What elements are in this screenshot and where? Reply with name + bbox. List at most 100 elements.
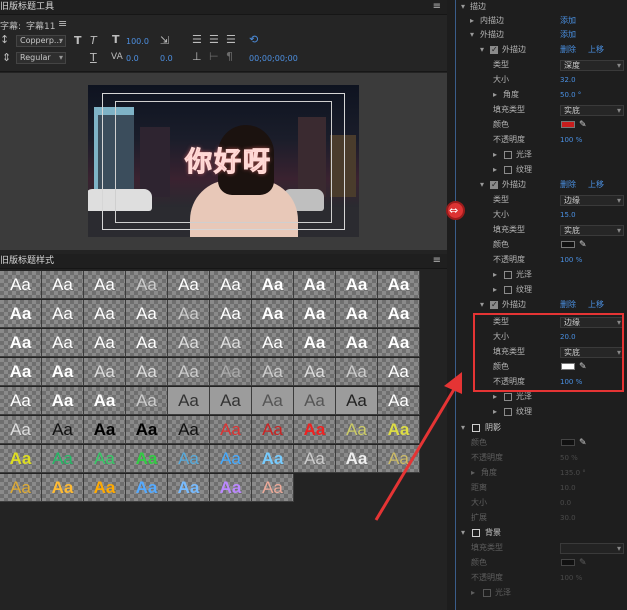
title-style-swatch[interactable]: Aa <box>336 387 378 415</box>
title-style-swatch[interactable]: Aa <box>294 271 336 299</box>
expand-arrow-icon[interactable]: ▾ <box>470 28 474 42</box>
stroke-2-fill-select[interactable]: 实底 <box>560 225 624 236</box>
title-style-swatch[interactable]: Aa <box>294 329 336 357</box>
title-style-swatch[interactable]: Aa <box>252 329 294 357</box>
align-left-icon[interactable]: ☰ <box>192 34 202 46</box>
expand-arrow-icon[interactable]: ▾ <box>480 43 484 57</box>
stroke-2-opacity-value[interactable]: 100 % <box>560 253 582 267</box>
texture-checkbox[interactable] <box>504 166 512 174</box>
shadow-opacity-value[interactable]: 50 % <box>560 451 578 465</box>
shadow-color-swatch[interactable] <box>561 439 575 446</box>
title-style-swatch[interactable]: Aa <box>0 300 42 328</box>
title-style-swatch[interactable]: Aa <box>0 416 42 444</box>
title-style-swatch[interactable]: Aa <box>378 329 420 357</box>
delete-stroke-1-link[interactable]: 删除 <box>560 43 576 57</box>
expand-arrow-icon[interactable]: ▸ <box>470 14 474 28</box>
title-style-swatch[interactable]: Aa <box>336 329 378 357</box>
texture-checkbox[interactable] <box>504 408 512 416</box>
delete-stroke-3-link[interactable]: 删除 <box>560 298 576 312</box>
expand-arrow-icon[interactable]: ▸ <box>493 283 497 297</box>
title-style-swatch[interactable]: Aa <box>84 416 126 444</box>
move-up-stroke-2-link[interactable]: 上移 <box>588 178 604 192</box>
add-outer-stroke-link[interactable]: 添加 <box>560 28 576 42</box>
background-opacity-value[interactable]: 100 % <box>560 571 582 585</box>
stroke-1-color-swatch[interactable] <box>561 121 575 128</box>
outer-stroke-1-checkbox[interactable] <box>490 43 498 57</box>
eyedropper-icon[interactable]: ✎ <box>579 556 587 570</box>
title-style-swatch[interactable]: Aa <box>84 474 126 502</box>
background-fill-select[interactable] <box>560 543 624 554</box>
title-style-swatch[interactable]: Aa <box>210 445 252 473</box>
outer-stroke-2-checkbox[interactable] <box>490 178 498 192</box>
tab-stops-icon[interactable]: ⊥ <box>192 51 202 63</box>
kerning-value[interactable]: 0.0 <box>126 54 139 63</box>
video-title-text[interactable]: 你好呀 <box>185 140 272 179</box>
title-style-swatch[interactable]: Aa <box>84 300 126 328</box>
text-direction-icon[interactable]: ↕ <box>0 34 9 46</box>
video-frame[interactable]: 你好呀 <box>88 85 359 237</box>
tracking-value[interactable]: 0.0 <box>160 54 173 63</box>
expand-arrow-icon[interactable]: ▸ <box>493 405 497 419</box>
title-style-swatch[interactable]: Aa <box>336 445 378 473</box>
font-family-select[interactable]: Copperp... <box>16 35 66 47</box>
move-up-stroke-1-link[interactable]: 上移 <box>588 43 604 57</box>
title-style-swatch[interactable]: Aa <box>294 300 336 328</box>
align-center-icon[interactable]: ☰ <box>209 34 219 46</box>
move-up-stroke-3-link[interactable]: 上移 <box>588 298 604 312</box>
title-style-swatch[interactable]: Aa <box>210 416 252 444</box>
expand-arrow-icon[interactable]: ▾ <box>461 526 465 540</box>
stroke-2-type-select[interactable]: 边缘 <box>560 195 624 206</box>
title-style-swatch[interactable]: Aa <box>0 474 42 502</box>
panel-menu-icon[interactable]: ≡ <box>433 0 441 14</box>
sheen-checkbox[interactable] <box>483 589 491 597</box>
title-style-swatch[interactable]: Aa <box>168 387 210 415</box>
timecode[interactable]: 00;00;00;00 <box>249 54 298 63</box>
shadow-size-value[interactable]: 0.0 <box>560 496 571 510</box>
font-style-select[interactable]: Regular <box>16 52 66 64</box>
expand-arrow-icon[interactable]: ▸ <box>471 466 475 480</box>
title-style-swatch[interactable]: Aa <box>168 474 210 502</box>
eyedropper-icon[interactable]: ✎ <box>579 238 587 252</box>
title-style-swatch[interactable]: Aa <box>126 387 168 415</box>
title-style-swatch[interactable]: Aa <box>168 358 210 386</box>
eyedropper-icon[interactable]: ✎ <box>579 436 587 450</box>
expand-arrow-icon[interactable]: ▸ <box>471 586 475 600</box>
tab-left-icon[interactable]: ⊢ <box>209 51 219 63</box>
title-style-swatch[interactable]: Aa <box>42 329 84 357</box>
title-style-swatch[interactable]: Aa <box>0 387 42 415</box>
title-style-swatch[interactable]: Aa <box>294 387 336 415</box>
expand-arrow-icon[interactable]: ▾ <box>461 421 465 435</box>
title-style-swatch[interactable]: Aa <box>210 358 252 386</box>
title-style-swatch[interactable]: Aa <box>42 358 84 386</box>
title-style-swatch[interactable]: Aa <box>294 416 336 444</box>
title-style-swatch[interactable]: Aa <box>378 416 420 444</box>
expand-arrow-icon[interactable]: ▾ <box>480 178 484 192</box>
shadow-distance-value[interactable]: 10.0 <box>560 481 576 495</box>
title-style-swatch[interactable]: Aa <box>378 445 420 473</box>
stroke-1-type-select[interactable]: 深度 <box>560 60 624 71</box>
title-style-swatch[interactable]: Aa <box>126 445 168 473</box>
title-style-swatch[interactable]: Aa <box>126 271 168 299</box>
paragraph-icon[interactable]: ¶ <box>226 51 233 63</box>
outer-stroke-3-checkbox[interactable] <box>490 298 498 312</box>
title-style-swatch[interactable]: Aa <box>378 358 420 386</box>
title-style-swatch[interactable]: Aa <box>84 271 126 299</box>
title-style-swatch[interactable]: Aa <box>252 416 294 444</box>
title-style-swatch[interactable]: Aa <box>210 387 252 415</box>
title-style-swatch[interactable]: Aa <box>42 387 84 415</box>
orientation-icon[interactable]: ⇕ <box>2 52 11 64</box>
title-style-swatch[interactable]: Aa <box>126 474 168 502</box>
align-right-icon[interactable]: ☰ <box>226 34 236 46</box>
title-style-swatch[interactable]: Aa <box>42 445 84 473</box>
sheen-checkbox[interactable] <box>504 271 512 279</box>
title-style-swatch[interactable]: Aa <box>0 445 42 473</box>
background-checkbox[interactable] <box>472 529 480 537</box>
title-style-swatch[interactable]: Aa <box>294 358 336 386</box>
title-style-swatch[interactable]: Aa <box>84 387 126 415</box>
title-style-swatch[interactable]: Aa <box>84 358 126 386</box>
title-style-swatch[interactable]: Aa <box>0 358 42 386</box>
eyedropper-icon[interactable]: ✎ <box>579 118 587 132</box>
stroke-2-size-value[interactable]: 15.0 <box>560 208 576 222</box>
title-style-swatch[interactable]: Aa <box>168 329 210 357</box>
new-title-icon[interactable]: ⟲ <box>249 34 258 46</box>
